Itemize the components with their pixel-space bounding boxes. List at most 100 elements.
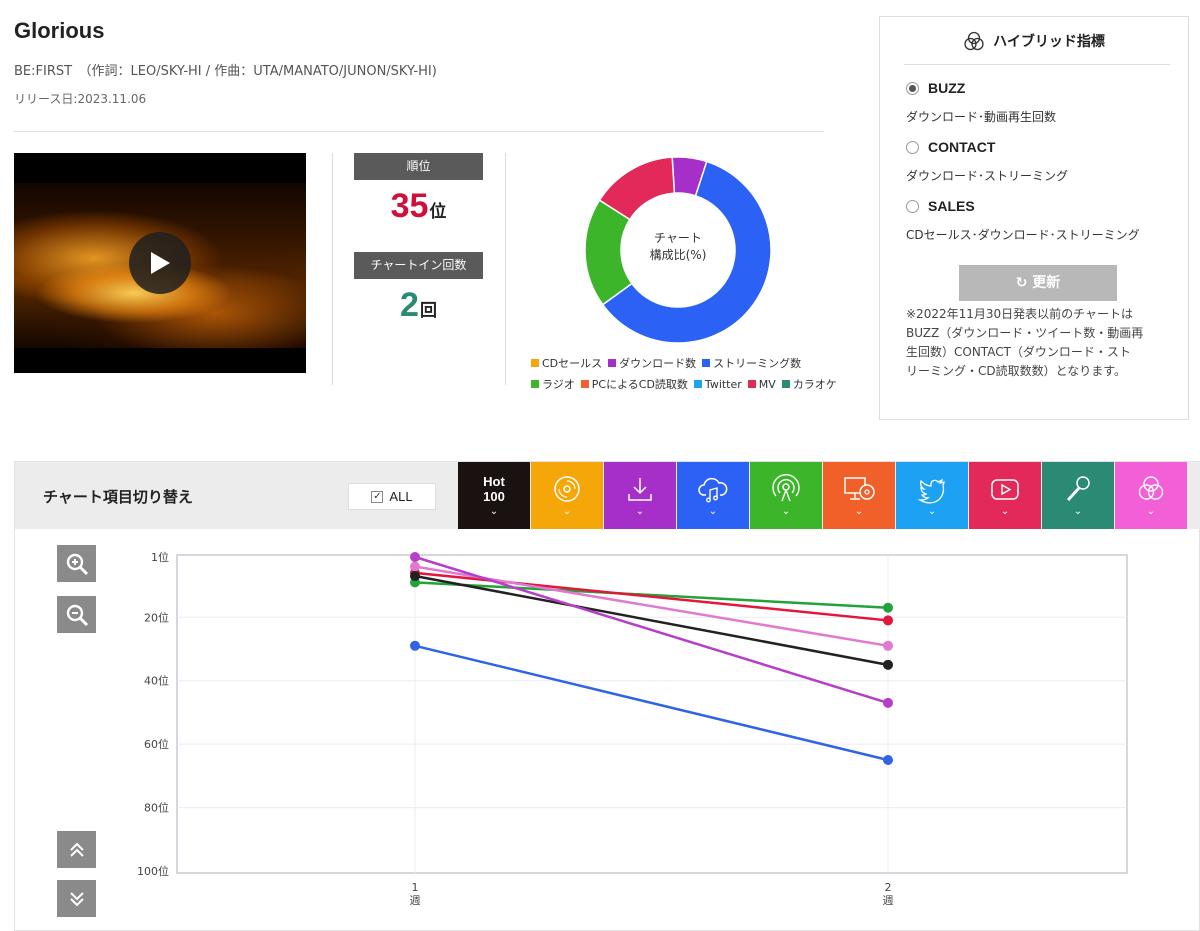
tab-pc-cd[interactable]: ⌄ [823, 462, 895, 529]
legend-item: CDセールス [531, 355, 602, 371]
double-chevron-up-icon [69, 842, 84, 857]
data-point[interactable] [883, 640, 893, 651]
panel-header: ハイブリッド指標 [880, 31, 1188, 51]
all-checkbox[interactable]: ✓ ALL [348, 483, 436, 510]
rank-unit: 位 [429, 202, 447, 221]
data-point[interactable] [410, 561, 420, 572]
rank-number: 35 [390, 187, 429, 225]
zoom-out-button[interactable] [57, 596, 96, 633]
play-icon [151, 252, 170, 274]
tab-hot100-line2: 100 [483, 489, 505, 504]
legend-item: Twitter [693, 376, 742, 392]
rank-label: 順位 [354, 153, 483, 180]
data-point[interactable] [883, 602, 893, 613]
tab-twitter[interactable]: ⌄ [896, 462, 968, 529]
cd-icon [554, 476, 580, 502]
twitter-icon [917, 478, 945, 504]
hybrid-circles-icon [964, 31, 984, 51]
x-tick-label: 2 [885, 881, 892, 894]
chevron-down-icon: ⌄ [854, 506, 864, 517]
tab-karaoke[interactable]: ⌄ [1042, 462, 1114, 529]
release-date: リリース日:2023.11.06 [14, 92, 147, 106]
legend-swatch [781, 380, 790, 388]
option-buzz[interactable]: BUZZ [906, 80, 965, 96]
tab-hybrid[interactable]: ⌄ [1115, 462, 1187, 529]
scroll-down-button[interactable] [57, 880, 96, 917]
data-point[interactable] [410, 571, 420, 582]
column-divider [332, 153, 333, 385]
tab-cd[interactable]: ⌄ [531, 462, 603, 529]
download-icon [628, 478, 652, 501]
y-tick-label: 100位 [137, 864, 169, 878]
data-point[interactable] [883, 697, 893, 708]
chevron-down-icon: ⌄ [708, 506, 718, 517]
legend-swatch [608, 359, 617, 367]
chevron-down-icon: ⌄ [562, 506, 572, 517]
chartin-unit: 回 [419, 301, 437, 320]
chartin-number: 2 [400, 286, 419, 324]
youtube-icon [991, 479, 1019, 500]
radio-icon [772, 474, 800, 502]
pc-cd-icon [844, 477, 875, 500]
tab-download[interactable]: ⌄ [604, 462, 676, 529]
legend-label: Twitter [704, 377, 742, 391]
zoom-in-button[interactable] [57, 545, 96, 582]
panel-title: ハイブリッド指標 [993, 34, 1105, 50]
tab-hot100-line1: Hot [483, 474, 505, 489]
chevron-down-icon: ⌄ [927, 506, 937, 517]
chevron-down-icon: ⌄ [781, 506, 791, 517]
tab-streaming[interactable]: ⌄ [677, 462, 749, 529]
legend-item: ダウンロード数 [608, 355, 696, 371]
option-contact[interactable]: CONTACT [906, 139, 995, 155]
rank-history-line-chart: 1位20位40位60位80位100位1週2週 [137, 550, 1128, 907]
video-player[interactable] [14, 153, 306, 373]
radio-contact[interactable] [906, 140, 919, 154]
legend-label: ダウンロード数 [619, 357, 697, 370]
scroll-up-button[interactable] [57, 831, 96, 868]
note-line: BUZZ（ダウンロード・ツイート数・動画再 [906, 326, 1144, 340]
legend-label: カラオケ [792, 378, 837, 391]
data-point[interactable] [883, 754, 893, 765]
legend-label: MV [758, 377, 776, 391]
data-point[interactable] [410, 552, 420, 562]
refresh-button[interactable]: ↻ 更新 [959, 265, 1117, 301]
y-tick-label: 20位 [144, 610, 169, 624]
data-point[interactable] [883, 615, 893, 626]
refresh-icon: ↻ [1015, 275, 1028, 291]
tab-mv[interactable]: ⌄ [969, 462, 1041, 529]
song-credits: BE:FIRST （作詞：LEO/SKY-HI / 作曲：UTA/MANATO/… [14, 64, 437, 79]
cloud-music-icon [698, 477, 728, 503]
radio-buzz[interactable] [906, 81, 919, 95]
chevron-down-icon: ⌄ [1146, 506, 1156, 517]
legend-swatch [580, 380, 589, 388]
donut-center-line2: 構成比(%) [649, 248, 707, 262]
tab-radio[interactable]: ⌄ [750, 462, 822, 529]
donut-center-label: チャート 構成比(%) [618, 230, 738, 264]
option-contact-label: CONTACT [928, 139, 996, 155]
data-point[interactable] [883, 659, 893, 670]
note-line: 生回数）CONTACT（ダウンロード・スト [906, 345, 1131, 359]
option-buzz-desc: ダウンロード･動画再生回数 [906, 110, 1057, 124]
chevron-down-icon: ⌄ [1073, 506, 1083, 517]
legend-label: PCによるCD読取数 [591, 378, 688, 391]
y-tick-label: 80位 [144, 801, 169, 815]
chart-toolbar: チャート項目切り替え ✓ ALL Hot 100 ⌄ ⌄ ⌄ ⌄ ⌄ ⌄ ⌄ ⌄… [15, 462, 1200, 529]
option-sales[interactable]: SALES [906, 198, 975, 214]
panel-note: ※2022年11月30日発表以前のチャートは BUZZ（ダウンロード・ツイート数… [906, 305, 1174, 381]
legend-swatch [531, 359, 539, 367]
legend-swatch [702, 359, 711, 367]
tab-hot100[interactable]: Hot 100 ⌄ [458, 462, 530, 529]
x-tick-label: 週 [410, 894, 421, 907]
zoom-out-icon [66, 604, 88, 626]
y-tick-label: 40位 [144, 674, 169, 688]
refresh-label: 更新 [1032, 275, 1061, 291]
donut-center-line1: チャート [654, 231, 702, 245]
data-point[interactable] [410, 640, 420, 651]
radio-sales[interactable] [906, 199, 919, 213]
rank-value: 35位 [354, 187, 483, 226]
toolbar-title: チャート項目切り替え [43, 488, 193, 506]
play-button[interactable] [129, 232, 191, 294]
tab-hot100-label: Hot 100 [483, 474, 505, 504]
x-tick-label: 週 [883, 894, 894, 907]
x-tick-label: 1 [412, 881, 419, 894]
